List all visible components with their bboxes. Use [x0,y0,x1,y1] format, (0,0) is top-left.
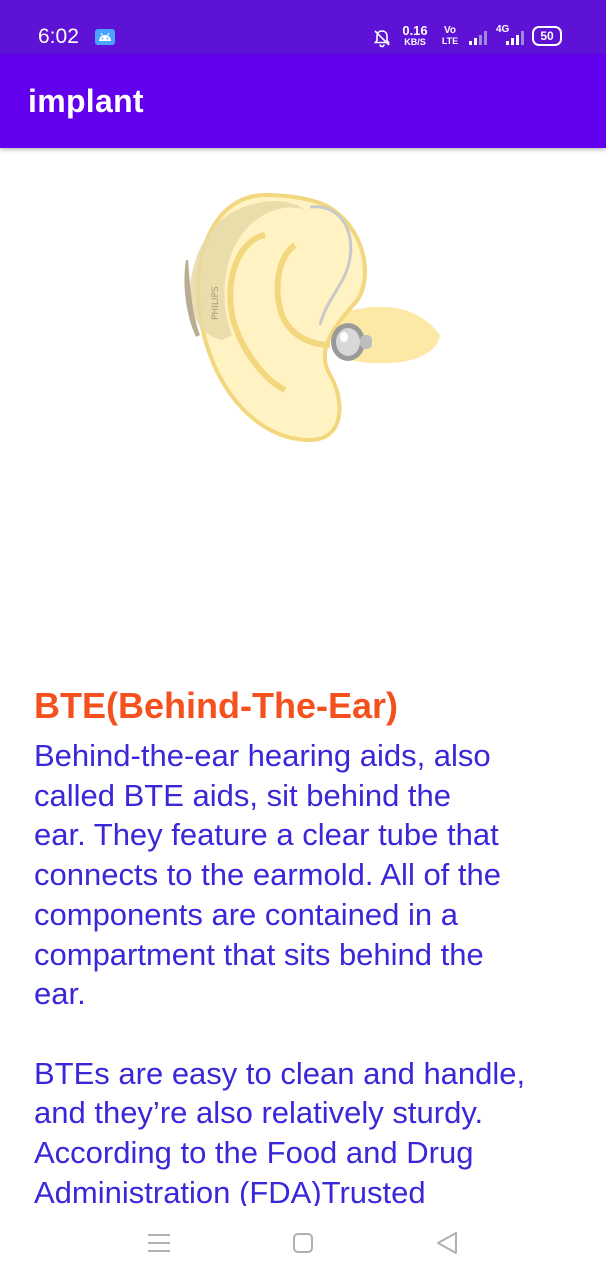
volte-indicator: Vo LTE [437,25,463,47]
volte-bottom: LTE [441,36,459,46]
description-text: Behind-the-ear hearing aids, also called… [34,738,526,1210]
app-bar: implant [0,54,606,148]
section-title: BTE(Behind-The-Ear) [34,685,398,726]
net-speed: 0.16 KB/S [398,23,432,47]
app-title: implant [28,83,144,119]
battery-icon: 50 [532,26,562,46]
net-speed-value: 0.16 [402,23,428,38]
back-icon[interactable] [430,1228,466,1258]
home-icon[interactable] [285,1228,321,1258]
status-bar: 6:02 0.16 KB/S Vo LTE 4G 50 [0,0,606,54]
signal-icon [467,28,489,48]
net-speed-unit: KB/S [404,37,426,47]
hearing-aid-image: PHILIPS [160,185,460,465]
volte-top: Vo [443,25,457,36]
status-time: 6:02 [38,25,79,48]
navigation-bar [0,1206,606,1280]
android-icon [94,28,116,46]
brand-label: PHILIPS [211,286,221,320]
menu-icon[interactable] [141,1228,177,1258]
bell-muted-icon [372,28,392,48]
signal-icon [504,28,526,48]
